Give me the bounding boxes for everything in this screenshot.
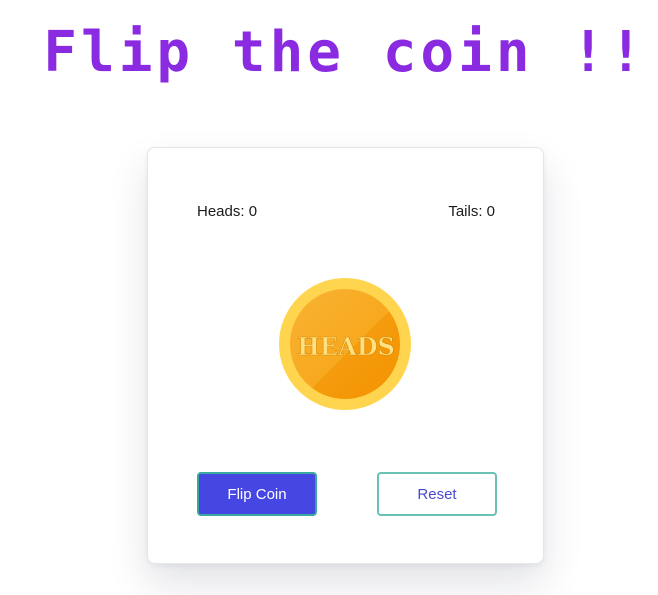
tails-count: Tails: 0: [448, 203, 495, 220]
coin-heads-icon: HEADS: [279, 278, 411, 410]
flip-coin-button[interactable]: Flip Coin: [197, 472, 317, 516]
coin-flip-card: Heads: 0 Tails: 0 HEADS Flip Coin Reset: [147, 147, 544, 564]
reset-button[interactable]: Reset: [377, 472, 497, 516]
page-title: Flip the coin !!: [43, 20, 647, 85]
heads-count: Heads: 0: [197, 203, 258, 220]
coin-face-text: HEADS: [297, 332, 395, 361]
